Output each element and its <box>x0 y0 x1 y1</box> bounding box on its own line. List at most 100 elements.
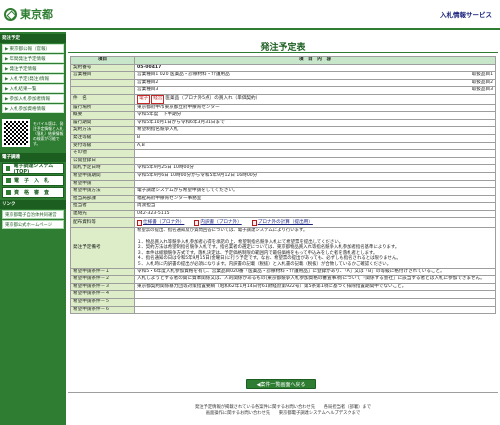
row-label: 希望申請期間 <box>70 171 135 181</box>
row-label: 希望申請条件－６ <box>70 305 135 315</box>
row-value: 入札しようとする者の関に資本関係又は、人的関係があるもの(東京都競争入札参加資格… <box>134 275 496 284</box>
back-to-list-button[interactable]: ◀案件一覧画面へ戻る <box>246 379 316 389</box>
sidebar-item-label: 年間発注予定情報 <box>9 57 46 62</box>
table-row: 履行場所 東京都府中市東京都立府中療育センター <box>70 103 496 113</box>
row-label: 担当者 <box>70 202 135 211</box>
sidebar: 発注予定 ▶東京都公報（官報） ▶年間発注予定情報 ▶発注予定情報 ▶入札予定(… <box>0 32 66 425</box>
row-label: 営業種目 <box>70 71 135 80</box>
row-value: 周渡担当 <box>134 202 496 211</box>
row-value: 令和5年10月1日から令和6年3月31日まで <box>134 118 496 128</box>
electronic-bid-button[interactable]: 電 子 入 札 <box>2 175 64 186</box>
row-value: 東京都契約関係暴力団等対策措置要綱（昭和62年1月14日付61財経庶第922号）… <box>134 282 496 292</box>
arrow-icon: ▶ <box>5 97 9 102</box>
row-label: 履行期間 <box>70 118 135 128</box>
sidebar-section-order: 発注予定 <box>0 34 66 43</box>
row-value: B <box>134 133 496 143</box>
row-value <box>134 156 496 166</box>
sidebar-item-label: 入札結果一覧 <box>9 87 37 92</box>
row-label <box>70 78 135 88</box>
sidebar-item-annual-plan[interactable]: ▶年間発注予定情報 <box>2 54 64 63</box>
row-value: 福祉局府中療育センター事務室 <box>134 194 496 204</box>
row-label <box>70 86 135 95</box>
footer-divider <box>68 392 498 393</box>
row-value: 042-323-5115 <box>134 209 496 219</box>
row-label: 受付等級 <box>70 141 135 151</box>
row-value: 令和5年9月6日 10時00分から令和5年9月12日 16時00分 <box>134 171 496 181</box>
footer: 発注予定情報が掲載されている各案件に関するお問い合わせ先 各局担当者（部署）まで… <box>68 405 498 417</box>
footer-helpdesk-line: 画面操作に関するお問い合わせ先 東京都電子調達システムヘルプデスクまで <box>205 411 361 416</box>
table-row: 担当局部課 福祉局府中療育センター事務室 <box>70 194 496 204</box>
sidebar-item-label: 東京都公報（官報） <box>9 47 50 52</box>
row-label: 配布資料等 <box>70 217 135 229</box>
row-label: その他 <box>70 149 135 158</box>
electronic-tag: 電子 <box>137 95 151 104</box>
excel-file-icon <box>251 219 257 226</box>
table-row: 公開登録日 <box>70 156 496 166</box>
file-link-breakdown[interactable]: 内訳書（プロナ外） <box>194 220 242 227</box>
table-row: 希望申請方法 電子調達システムから希望申請をしてください。 <box>70 187 496 196</box>
sidebar-item-participants[interactable]: ▶参加入札参加者情報 <box>2 94 64 103</box>
category-value: 営業種目1 020 医薬品・診療材料・介護用品 <box>137 72 230 78</box>
row-label: 履行場所 <box>70 103 135 113</box>
row-label: 希望申請 <box>70 179 135 189</box>
table-row: 履行期間 令和5年10月1日から令和6年3月31日まで <box>70 118 496 128</box>
row-value <box>134 298 496 307</box>
tokyo-logo[interactable]: 東京都 <box>4 6 53 22</box>
pdf-file-icon <box>137 219 142 226</box>
table-row: 営業種目3 取扱品目3 <box>70 86 496 95</box>
file-list: 仕様書（プロナ外） 内訳書（プロナ外） プロナ外の計算（提出用） <box>137 219 493 227</box>
file-link-spec[interactable]: 仕様書（プロナ外） <box>137 220 184 227</box>
link-joint-operation[interactable]: 東京都電子自治体共同運営 <box>2 210 64 219</box>
arrow-icon: ▶ <box>5 47 9 52</box>
arrow-icon: ▶ <box>5 77 9 82</box>
sidebar-item-order-plan[interactable]: ▶発注予定情報 <box>2 64 64 73</box>
table-row: 希望申請条件－３ 東京都契約関係暴力団等対策措置要綱（昭和62年1月14日付61財… <box>70 282 496 292</box>
sidebar-item-bid-plan[interactable]: ▶入札予定(発注)情報 <box>2 74 64 83</box>
row-label: 希望申請条件－２ <box>70 275 135 284</box>
order-detail-table: 項目 項 目 内 容 契約番号 05-00417 営業種目 営業種目1 020 医薬… <box>70 56 496 315</box>
arrow-icon: ▶ <box>5 57 9 62</box>
table-row: その他 <box>70 149 496 158</box>
table-row: 希望申請 <box>70 179 496 189</box>
qr-note: モバイル版は、発注予定情報と入札（落札）結果情報の検索が可能です。 <box>33 120 64 146</box>
button-label: 資 格 審 査 <box>14 190 50 196</box>
file-label: 仕様書（プロナ外） <box>143 219 185 225</box>
sidebar-item-gazette[interactable]: ▶東京都公報（官報） <box>2 44 64 53</box>
mobile-qr-block: モバイル版は、発注予定情報と入札（落札）結果情報の検索が可能です。 <box>2 117 64 149</box>
column-header-content: 項 目 内 容 <box>134 56 496 65</box>
row-value: 営業種目2 取扱品目2 <box>134 78 496 88</box>
row-label: 契約番号 <box>70 63 135 73</box>
category-sub: 取扱品目3 <box>471 87 493 93</box>
button-label: 電子調達システム(TOP) <box>13 163 54 175</box>
row-label: 希望申請条件－３ <box>70 282 135 292</box>
sidebar-item-bid-results[interactable]: ▶入札結果一覧 <box>2 84 64 93</box>
row-value: 電子調達システムから希望申請をしてください。 <box>134 187 496 196</box>
row-label: 希望申請条件－１ <box>70 267 135 277</box>
row-value: 東京都府中市東京都立府中療育センター <box>134 103 496 113</box>
qr-code-icon <box>2 119 30 147</box>
row-label: 希望申請方法 <box>70 187 135 196</box>
link-tokyo-official[interactable]: 東京都公式ホームページ <box>2 220 64 229</box>
sidebar-item-label: 発注予定情報 <box>9 67 37 72</box>
sidebar-item-label: 参加入札参加者情報 <box>9 97 50 102</box>
row-label: 公開登録日 <box>70 156 135 166</box>
table-row: 発注等級 B <box>70 133 496 143</box>
button-label: 電 子 入 札 <box>14 178 50 184</box>
site-header: 東京都 入札情報サービス <box>0 0 500 30</box>
row-value: 令和5年度 下半期分 <box>134 111 496 120</box>
sidebar-item-qualification[interactable]: ▶入札参加資格情報 <box>2 104 64 113</box>
row-value: A,B <box>134 141 496 151</box>
table-row: 希望申請条件－１ 令和5・6年度入札参加資格を有し、営業品目020番「医薬品・診療… <box>70 267 496 277</box>
table-row: 希望申請期間 令和5年9月6日 10時00分から令和5年9月12日 16時00分 <box>70 171 496 181</box>
procurement-top-button[interactable]: 電子調達システム(TOP) <box>2 163 64 175</box>
table-row: 希望申請条件－２ 入札しようとする者の関に資本関係又は、人的関係があるもの(東京都… <box>70 275 496 284</box>
row-label: 連絡先 <box>70 209 135 219</box>
system-title: 入札情報サービス <box>440 11 492 19</box>
table-row: 担当者 周渡担当 <box>70 202 496 211</box>
square-icon <box>6 166 11 171</box>
row-value: 営業種目3 取扱品目3 <box>134 86 496 95</box>
qualification-review-button[interactable]: 資 格 審 査 <box>2 187 64 198</box>
tokyo-emblem-icon <box>4 7 17 21</box>
sidebar-section-procurement: 電子調達 <box>0 153 66 162</box>
file-link-calculation[interactable]: プロナ外の計算（提出用） <box>251 219 313 227</box>
